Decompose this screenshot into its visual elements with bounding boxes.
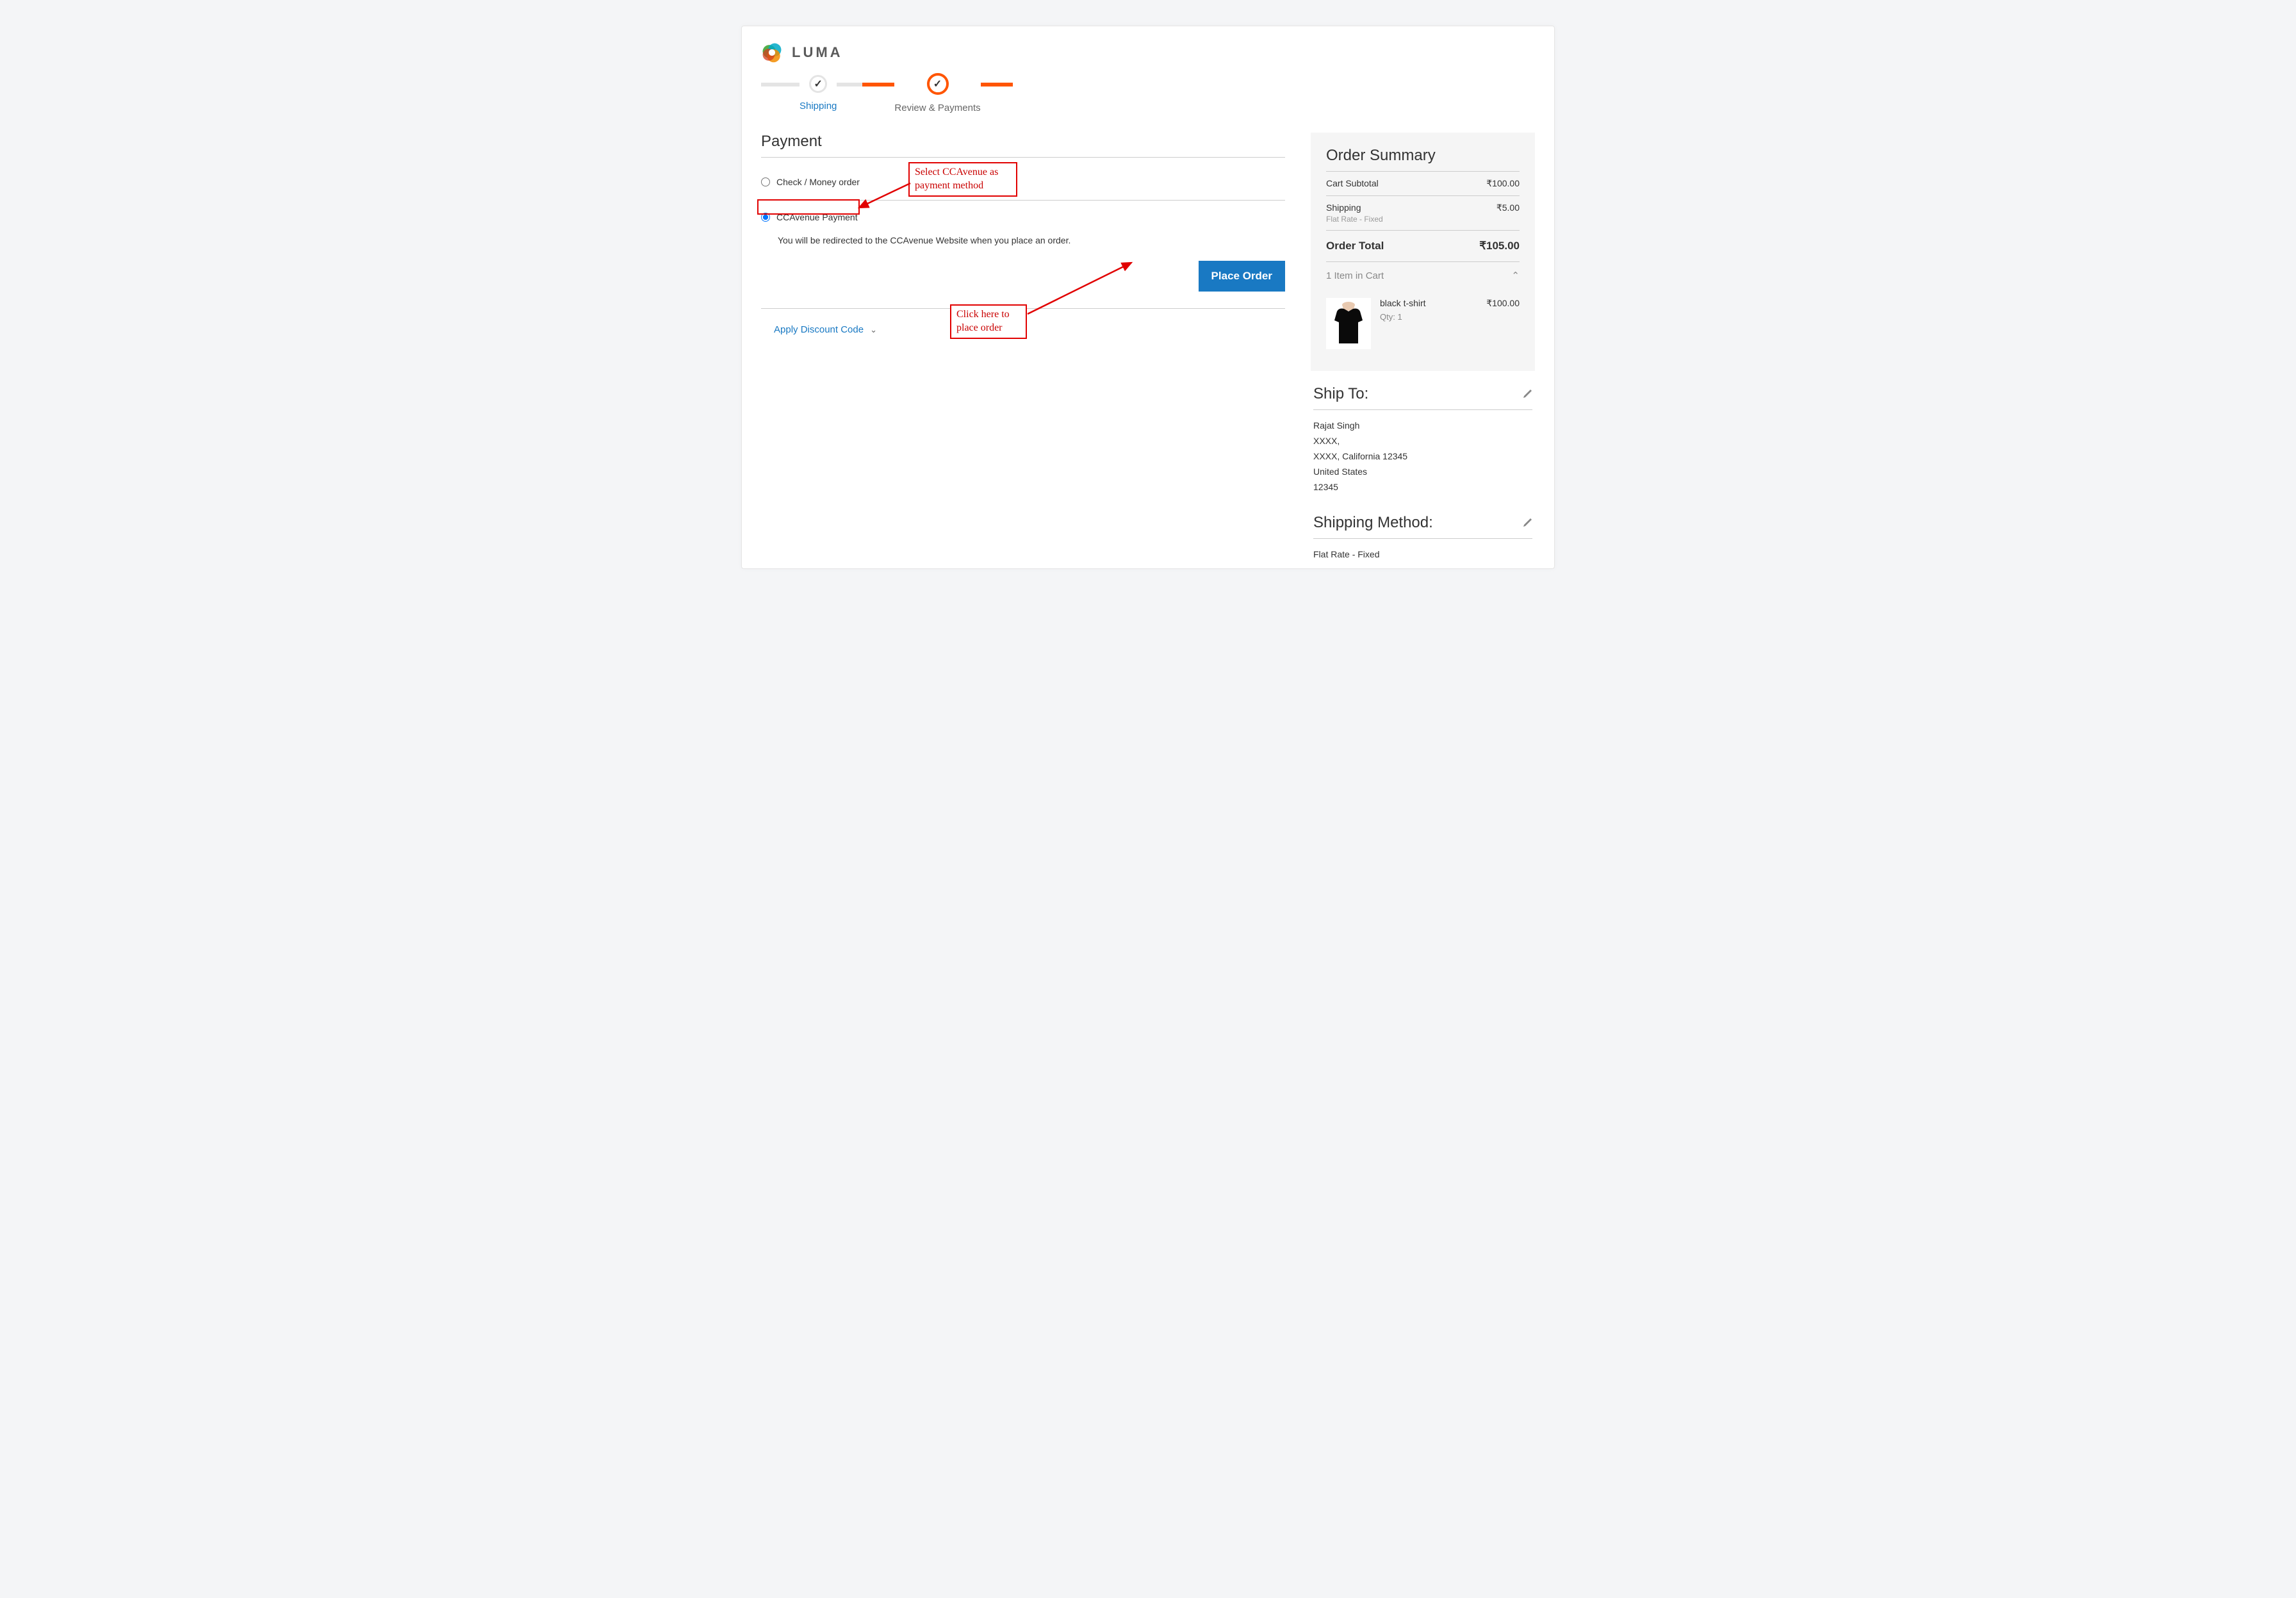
payment-method-ccavenue-label: CCAvenue Payment: [776, 212, 858, 222]
redirect-note: You will be redirected to the CCAvenue W…: [778, 235, 1285, 245]
progress-segment-active: [862, 83, 894, 86]
page-title: Payment: [761, 133, 1285, 158]
shipping-method-block: Shipping Method: Flat Rate - Fixed: [1311, 514, 1535, 568]
step-review-label: Review & Payments: [894, 103, 980, 113]
shipping-label: Shipping: [1326, 202, 1361, 213]
check-icon: ✓: [809, 75, 827, 93]
ship-to-title: Ship To:: [1313, 385, 1368, 403]
shipping-row: Shipping ₹5.00: [1326, 196, 1520, 213]
ship-to-head: Ship To:: [1313, 385, 1532, 410]
order-summary: Order Summary Cart Subtotal ₹100.00 Ship…: [1311, 133, 1535, 371]
shipping-method-value: Flat Rate - Fixed: [1313, 549, 1532, 559]
order-total-label: Order Total: [1326, 240, 1384, 252]
shipping-method-head: Shipping Method:: [1313, 514, 1532, 539]
address-line: United States: [1313, 466, 1532, 477]
subtotal-value: ₹100.00: [1486, 178, 1520, 189]
shipping-method-title: Shipping Method:: [1313, 514, 1433, 532]
sidebar: Order Summary Cart Subtotal ₹100.00 Ship…: [1311, 133, 1535, 568]
checkout-card: LUMA ✓ Shipping ✓ Review & Payments Paym…: [741, 26, 1555, 569]
step-shipping-label[interactable]: Shipping: [800, 101, 837, 111]
place-order-button[interactable]: Place Order: [1199, 261, 1285, 292]
radio-ccavenue[interactable]: [761, 213, 770, 222]
payment-method-ccavenue[interactable]: CCAvenue Payment You will be redirected …: [761, 201, 1285, 309]
chevron-down-icon: ⌄: [870, 325, 877, 335]
radio-check-money[interactable]: [761, 177, 770, 186]
annotation-click-place-order: Click here to place order: [950, 304, 1027, 339]
payment-column: Payment Check / Money order CCAvenue Pay…: [761, 133, 1285, 374]
apply-discount-link[interactable]: Apply Discount Code ⌄: [774, 324, 877, 335]
place-order-row: Place Order: [761, 261, 1285, 309]
check-icon: ✓: [927, 73, 949, 95]
cart-count-label: 1 Item in Cart: [1326, 270, 1384, 281]
order-summary-title: Order Summary: [1326, 147, 1520, 172]
brand-row: LUMA: [761, 42, 1535, 63]
checkout-progress: ✓ Shipping ✓ Review & Payments: [761, 75, 1535, 113]
tshirt-icon: [1331, 301, 1366, 346]
brand-name: LUMA: [792, 44, 843, 61]
order-total-value: ₹105.00: [1479, 240, 1520, 252]
cart-item-info: black t-shirt Qty: 1: [1380, 298, 1477, 349]
shipping-value: ₹5.00: [1496, 202, 1520, 213]
cart-item-name: black t-shirt: [1380, 298, 1477, 308]
shipping-method-row: Flat Rate - Fixed: [1326, 213, 1520, 231]
shipping-method-label: Flat Rate - Fixed: [1326, 215, 1383, 224]
luma-logo-icon: [761, 42, 783, 63]
payment-method-check-label: Check / Money order: [776, 177, 860, 187]
content-row: Payment Check / Money order CCAvenue Pay…: [761, 133, 1535, 568]
address-line: XXXX,: [1313, 436, 1532, 446]
address-line: XXXX, California 12345: [1313, 451, 1532, 461]
apply-discount-label: Apply Discount Code: [774, 324, 864, 335]
address-line: 12345: [1313, 482, 1532, 492]
step-review-payments: ✓ Review & Payments: [894, 75, 980, 113]
pencil-icon[interactable]: [1522, 389, 1532, 399]
progress-segment: [837, 83, 862, 86]
annotation-select-ccavenue: Select CCAvenue as payment method: [908, 162, 1017, 197]
step-shipping[interactable]: ✓ Shipping: [800, 75, 837, 111]
pencil-icon[interactable]: [1522, 518, 1532, 528]
subtotal-row: Cart Subtotal ₹100.00: [1326, 172, 1520, 196]
cart-item-price: ₹100.00: [1486, 298, 1520, 349]
chevron-up-icon: ⌃: [1511, 270, 1520, 281]
product-image: [1326, 298, 1371, 349]
cart-items-toggle[interactable]: 1 Item in Cart ⌃: [1326, 261, 1520, 289]
progress-segment-active: [981, 83, 1013, 86]
order-total-row: Order Total ₹105.00: [1326, 231, 1520, 261]
cart-item-qty: Qty: 1: [1380, 312, 1477, 322]
subtotal-label: Cart Subtotal: [1326, 178, 1379, 189]
payment-method-check[interactable]: Check / Money order: [761, 165, 1285, 201]
progress-segment: [761, 83, 800, 86]
address-line: Rajat Singh: [1313, 420, 1532, 431]
cart-item: black t-shirt Qty: 1 ₹100.00: [1326, 289, 1520, 365]
ship-to-block: Ship To: Rajat Singh XXXX, XXXX, Califor…: [1311, 385, 1535, 514]
